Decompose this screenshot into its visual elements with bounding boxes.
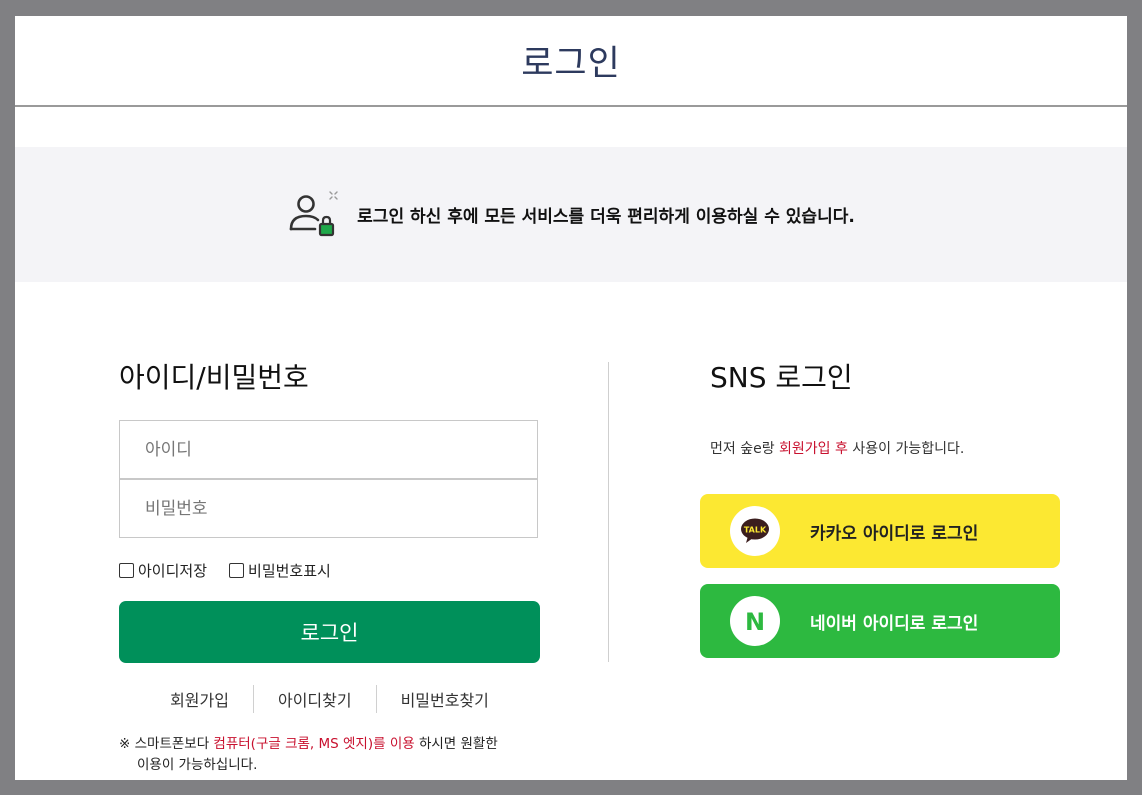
id-input[interactable] bbox=[119, 420, 538, 479]
sns-note-prefix: 먼저 숲e랑 bbox=[710, 441, 780, 457]
naver-login-button[interactable]: N 네이버 아이디로 로그인 bbox=[700, 584, 1060, 658]
browser-recommendation-note: ※ 스마트폰보다 컴퓨터(구글 크롬, MS 엣지)를 이용 하시면 원활한 이… bbox=[119, 734, 549, 776]
notice-text: 로그인 하신 후에 모든 서비스를 더욱 편리하게 이용하실 수 있습니다. bbox=[357, 207, 855, 227]
naver-login-label: 네이버 아이디로 로그인 bbox=[810, 613, 979, 634]
show-password-checkbox[interactable]: 비밀번호표시 bbox=[229, 560, 331, 581]
show-password-checkbox-box[interactable] bbox=[229, 563, 245, 578]
kakao-login-button[interactable]: TALK 카카오 아이디로 로그인 bbox=[700, 494, 1060, 568]
login-button[interactable]: 로그인 bbox=[119, 601, 540, 663]
kakao-login-label: 카카오 아이디로 로그인 bbox=[810, 523, 979, 544]
note-prefix: ※ 스마트폰보다 bbox=[119, 736, 214, 752]
save-id-checkbox[interactable]: 아이디저장 bbox=[119, 560, 207, 581]
login-options: 아이디저장 비밀번호표시 bbox=[119, 560, 353, 581]
user-lock-icon bbox=[289, 190, 338, 236]
login-page: 로그인 로그인 하신 후에 모든 서비스를 더욱 편리하게 이용하실 수 있습니… bbox=[15, 16, 1127, 780]
show-password-label: 비밀번호표시 bbox=[248, 562, 331, 580]
account-links: 회원가입 아이디찾기 비밀번호찾기 bbox=[119, 684, 540, 714]
naver-n-icon: N bbox=[730, 596, 780, 646]
sns-note-suffix: 사용이 가능합니다. bbox=[847, 441, 965, 457]
sns-note-highlight: 회원가입 후 bbox=[779, 441, 848, 457]
kakao-talk-bubble: TALK bbox=[741, 518, 769, 543]
find-password-link[interactable]: 비밀번호찾기 bbox=[377, 687, 513, 711]
find-id-link[interactable]: 아이디찾기 bbox=[254, 687, 376, 711]
naver-badge-text: N bbox=[745, 608, 765, 634]
page-title: 로그인 bbox=[15, 16, 1127, 107]
sns-heading: SNS 로그인 bbox=[710, 361, 853, 394]
window-frame: 로그인 로그인 하신 후에 모든 서비스를 더욱 편리하게 이용하실 수 있습니… bbox=[0, 0, 1142, 795]
save-id-label: 아이디저장 bbox=[138, 562, 208, 580]
password-input[interactable] bbox=[119, 479, 538, 538]
note-suffix: 하시면 원활한 bbox=[414, 736, 498, 752]
save-id-checkbox-box[interactable] bbox=[119, 563, 134, 578]
note-line-2: 이용이 가능하십니다. bbox=[137, 757, 258, 773]
column-divider bbox=[608, 362, 609, 662]
sns-note: 먼저 숲e랑 회원가입 후 사용이 가능합니다. bbox=[710, 438, 964, 458]
naver-n-glyph: N bbox=[745, 608, 765, 634]
note-highlight: 컴퓨터(구글 크롬, MS 엣지)를 이용 bbox=[213, 736, 415, 752]
signup-link[interactable]: 회원가입 bbox=[146, 687, 253, 711]
note-line-1: ※ 스마트폰보다 컴퓨터(구글 크롬, MS 엣지)를 이용 하시면 원활한 bbox=[119, 734, 549, 755]
kakao-talk-icon: TALK bbox=[730, 506, 780, 556]
kakao-badge-text: TALK bbox=[744, 526, 767, 535]
login-heading: 아이디/비밀번호 bbox=[119, 361, 309, 394]
login-notice-banner: 로그인 하신 후에 모든 서비스를 더욱 편리하게 이용하실 수 있습니다. bbox=[15, 147, 1127, 282]
